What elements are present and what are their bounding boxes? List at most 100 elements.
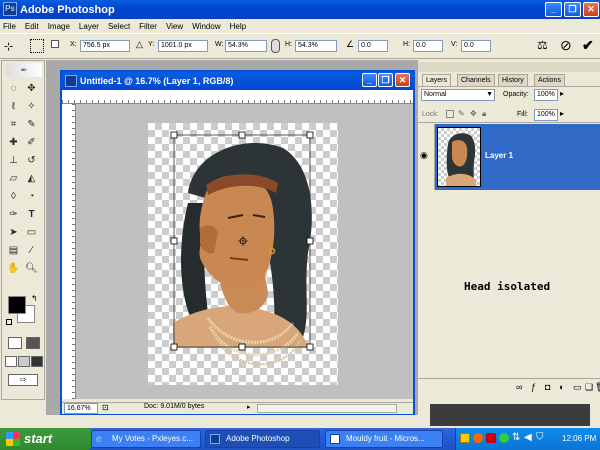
dodge-tool-icon[interactable]: ◔ <box>23 189 40 205</box>
canvas-area[interactable] <box>76 104 413 399</box>
menu-window[interactable]: Window <box>192 22 220 31</box>
default-colors-icon[interactable] <box>6 319 12 325</box>
vertical-ruler[interactable] <box>62 104 76 399</box>
move-tool-icon[interactable]: ⊹ <box>4 40 13 53</box>
menu-help[interactable]: Help <box>230 22 246 31</box>
width-field[interactable]: 54.3% <box>225 40 267 52</box>
angle-field[interactable]: 0.0 <box>358 40 388 52</box>
foreground-color-swatch[interactable] <box>8 296 26 314</box>
screen-mode-standard-icon[interactable] <box>5 356 17 367</box>
clock[interactable]: 12:06 PM <box>562 434 596 443</box>
crop-tool-icon[interactable]: ⌗ <box>5 117 22 133</box>
menu-image[interactable]: Image <box>48 22 70 31</box>
app-title-bar[interactable]: Adobe Photoshop <box>0 0 600 19</box>
horizontal-scrollbar[interactable] <box>257 404 397 413</box>
status-menu-arrow-icon[interactable]: ▸ <box>247 403 251 411</box>
commit-transform-icon[interactable]: ✔ <box>582 37 594 54</box>
hskew-field[interactable]: 0.0 <box>413 40 443 52</box>
lasso-tool-icon[interactable]: ℓ <box>5 99 22 115</box>
standard-mode-icon[interactable] <box>8 337 22 349</box>
zoom-tool-icon[interactable]: 🔍︎ <box>23 261 40 277</box>
brush-tool-icon[interactable]: ✐ <box>23 135 40 151</box>
tray-icon-1[interactable] <box>460 433 470 443</box>
zoom-field[interactable]: 16.67% <box>64 403 98 414</box>
quickmask-mode-icon[interactable] <box>26 337 40 349</box>
tray-icon-2[interactable] <box>473 433 483 443</box>
new-group-icon[interactable]: ▭ <box>573 382 582 393</box>
type-tool-icon[interactable]: T <box>23 207 40 223</box>
maximize-button[interactable]: ❐ <box>564 2 581 17</box>
eye-icon[interactable]: ◉ <box>420 150 428 161</box>
paint-bucket-icon[interactable]: ◭ <box>23 171 40 187</box>
delete-layer-icon[interactable]: 🗑︎ <box>595 382 600 393</box>
start-button[interactable]: start <box>0 428 95 450</box>
vskew-field[interactable]: 0.0 <box>461 40 491 52</box>
history-brush-icon[interactable]: ↺ <box>23 153 40 169</box>
lock-position-icon[interactable]: ✥ <box>470 109 477 118</box>
adjustment-layer-icon[interactable]: ◐ <box>559 382 564 392</box>
layer-row[interactable]: ◉ Layer 1 <box>418 124 600 190</box>
doc-maximize-button[interactable]: ❐ <box>378 73 393 87</box>
doc-minimize-button[interactable]: _ <box>362 73 377 87</box>
document-window[interactable]: Untitled-1 @ 16.7% (Layer 1, RGB/8) _ ❐ … <box>60 70 415 415</box>
transparent-canvas[interactable] <box>148 123 338 385</box>
link-icon[interactable] <box>271 39 280 53</box>
horizontal-ruler[interactable] <box>62 90 413 104</box>
pen-tool-icon[interactable]: ✑ <box>5 207 22 223</box>
tab-actions[interactable]: Actions <box>534 74 565 86</box>
y-field[interactable]: 1001.0 px <box>158 40 208 52</box>
fill-arrow-icon[interactable]: ▸ <box>560 109 564 118</box>
lock-transparency-icon[interactable] <box>446 110 454 118</box>
doc-close-button[interactable]: ✕ <box>395 73 410 87</box>
marquee-tool-icon[interactable]: ◌ <box>5 81 22 97</box>
opacity-arrow-icon[interactable]: ▸ <box>560 89 564 98</box>
eraser-tool-icon[interactable]: ▱ <box>5 171 22 187</box>
opacity-field[interactable]: 100% <box>534 89 558 101</box>
menu-layer[interactable]: Layer <box>79 22 99 31</box>
height-field[interactable]: 54.3% <box>295 40 337 52</box>
minimize-button[interactable]: _ <box>545 2 562 17</box>
menu-file[interactable]: File <box>3 22 16 31</box>
menu-view[interactable]: View <box>166 22 183 31</box>
link-layers-icon[interactable]: ∞ <box>516 382 522 392</box>
warp-icon[interactable]: ⚖ <box>537 38 548 52</box>
task-mouldy-fruit[interactable]: Mouldy fruit - Micros... <box>325 430 443 448</box>
network-icon[interactable]: ⇅ <box>512 432 520 443</box>
task-photoshop[interactable]: Adobe Photoshop <box>205 430 320 448</box>
layer-mask-icon[interactable]: ◘ <box>545 382 550 392</box>
tray-icon-4[interactable] <box>499 433 509 443</box>
panel-header[interactable] <box>418 62 600 72</box>
feather-logo-icon[interactable]: ✒ <box>6 63 42 77</box>
clone-stamp-icon[interactable]: ⊥ <box>5 153 22 169</box>
volume-icon[interactable]: ◀ <box>524 432 532 443</box>
layer-thumbnail[interactable] <box>437 127 481 187</box>
photoshop-icon[interactable]: Ps <box>3 2 17 16</box>
notes-tool-icon[interactable]: ▤ <box>5 243 22 259</box>
close-button[interactable]: ✕ <box>583 2 599 17</box>
magic-wand-tool-icon[interactable]: ✧ <box>23 99 40 115</box>
document-title-bar[interactable]: Untitled-1 @ 16.7% (Layer 1, RGB/8) <box>62 72 413 90</box>
slice-tool-icon[interactable]: ✎ <box>23 117 40 133</box>
swap-colors-icon[interactable]: ↰ <box>31 294 38 303</box>
tab-channels[interactable]: Channels <box>457 74 495 86</box>
layer-name[interactable]: Layer 1 <box>485 151 513 160</box>
security-icon[interactable]: ⛉ <box>536 432 544 443</box>
path-selection-icon[interactable]: ➤ <box>5 225 22 241</box>
menu-filter[interactable]: Filter <box>139 22 157 31</box>
tray-icon-3[interactable] <box>486 433 496 443</box>
fill-field[interactable]: 100% <box>534 109 558 121</box>
navigator-icon[interactable]: ⊡ <box>102 403 109 412</box>
shape-tool-icon[interactable]: ▭ <box>23 225 40 241</box>
healing-brush-icon[interactable]: ✚ <box>5 135 22 151</box>
relative-position-icon[interactable] <box>51 40 59 48</box>
layer-style-icon[interactable]: ƒ <box>531 382 536 392</box>
tab-history[interactable]: History <box>498 74 528 86</box>
tab-layers[interactable]: Layers <box>422 74 452 86</box>
cancel-transform-icon[interactable]: ⊘ <box>560 37 572 54</box>
x-field[interactable]: 756.5 px <box>80 40 130 52</box>
lock-pixels-icon[interactable]: ✎ <box>458 109 465 118</box>
task-my-votes[interactable]: e My Votes - Pxleyes.c... <box>91 430 201 448</box>
new-layer-icon[interactable]: ❏ <box>585 382 593 393</box>
eyedropper-tool-icon[interactable]: ⁄ <box>23 243 40 259</box>
reference-point-icon[interactable] <box>30 39 44 53</box>
